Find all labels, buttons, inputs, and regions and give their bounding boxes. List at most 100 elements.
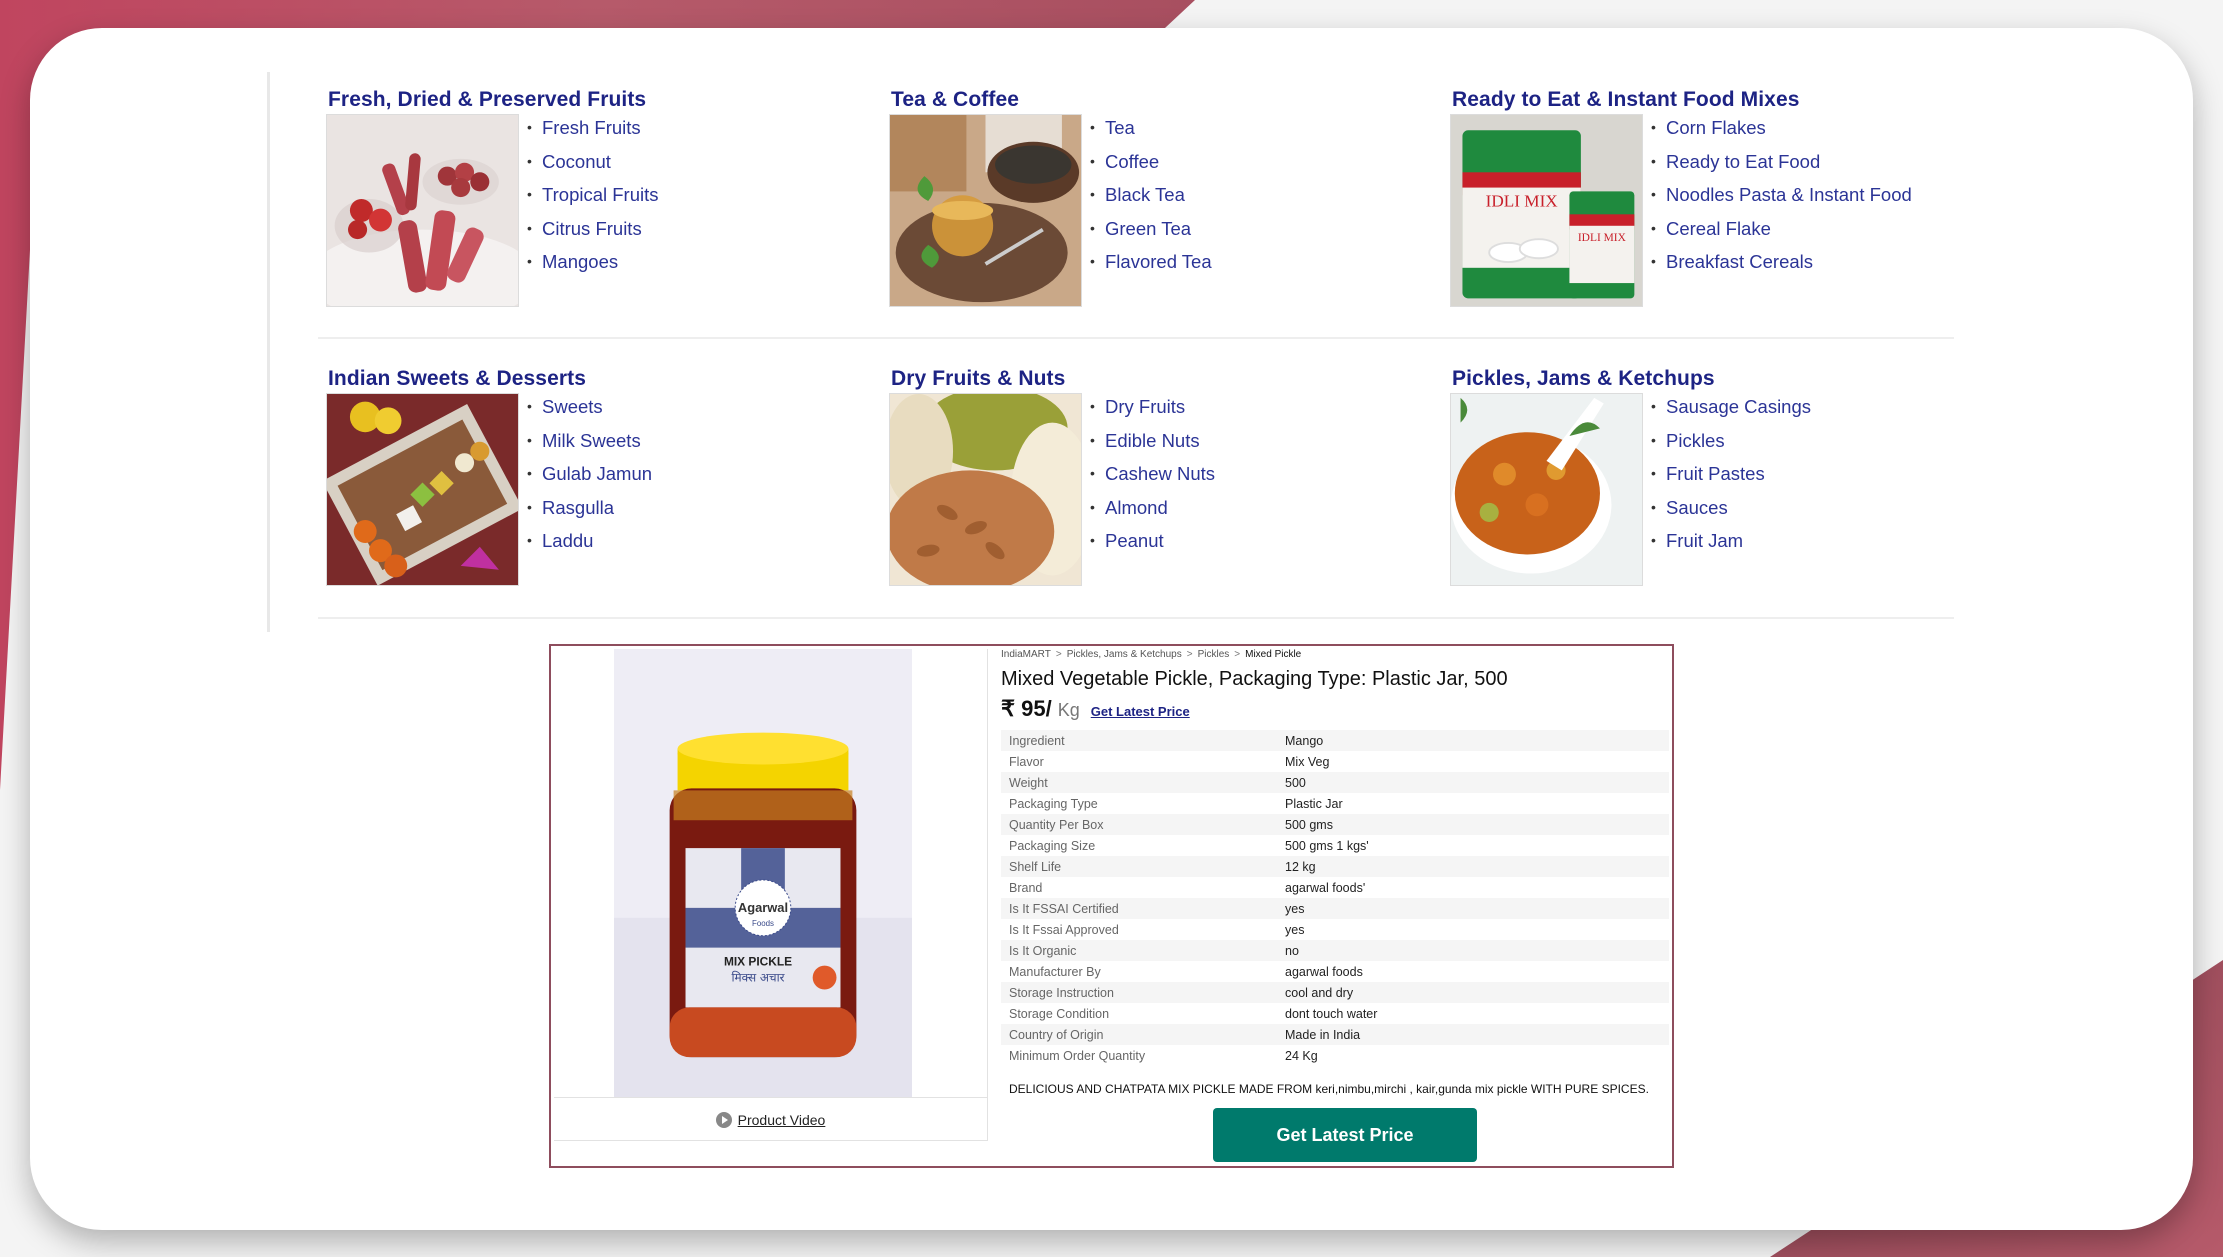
category-link[interactable]: • Tropical Fruits — [527, 184, 659, 218]
category-link[interactable]: • Fruit Jam — [1651, 530, 1811, 564]
category-link[interactable]: • Breakfast Cereals — [1651, 251, 1912, 285]
link-label[interactable]: Sweets — [542, 396, 603, 417]
category-link[interactable]: • Dry Fruits — [1090, 396, 1215, 430]
category-link[interactable]: • Flavored Tea — [1090, 251, 1212, 285]
category-link[interactable]: • Fruit Pastes — [1651, 463, 1811, 497]
link-label[interactable]: Milk Sweets — [542, 430, 641, 451]
link-label[interactable]: Edible Nuts — [1105, 430, 1200, 451]
link-label[interactable]: Coconut — [542, 151, 611, 172]
spec-key: Is It Fssai Approved — [1009, 922, 1119, 937]
category-ready-to-eat: Ready to Eat & Instant Food Mixes IDLI M… — [1450, 88, 1992, 318]
category-link[interactable]: • Pickles — [1651, 430, 1811, 464]
link-label[interactable]: Fruit Pastes — [1666, 463, 1765, 484]
link-label[interactable]: Noodles Pasta & Instant Food — [1666, 184, 1912, 205]
link-label[interactable]: Cashew Nuts — [1105, 463, 1215, 484]
link-label[interactable]: Breakfast Cereals — [1666, 251, 1813, 272]
spec-value: 24 Kg — [1285, 1048, 1318, 1063]
category-link[interactable]: • Edible Nuts — [1090, 430, 1215, 464]
pickle-jar-image[interactable]: Agarwal Foods MIX PICKLE मिक्स अचार — [614, 649, 912, 1097]
category-link[interactable]: • Sauces — [1651, 497, 1811, 531]
category-title[interactable]: Dry Fruits & Nuts — [891, 367, 1065, 391]
category-link[interactable]: • Coconut — [527, 151, 659, 185]
link-label[interactable]: Almond — [1105, 497, 1168, 518]
category-title[interactable]: Pickles, Jams & Ketchups — [1452, 367, 1715, 391]
link-label[interactable]: Green Tea — [1105, 218, 1191, 239]
category-link[interactable]: • Mangoes — [527, 251, 659, 285]
spec-row: Packaging Size 500 gms 1 kgs' — [1001, 835, 1669, 856]
category-link[interactable]: • Peanut — [1090, 530, 1215, 564]
link-label[interactable]: Pickles — [1666, 430, 1725, 451]
link-label[interactable]: Laddu — [542, 530, 593, 551]
category-link[interactable]: • Rasgulla — [527, 497, 652, 531]
play-icon[interactable] — [715, 1111, 732, 1128]
breadcrumb-item[interactable]: Pickles, Jams & Ketchups — [1067, 649, 1182, 660]
category-link[interactable]: • Citrus Fruits — [527, 218, 659, 252]
product-video-label[interactable]: Product Video — [738, 1112, 826, 1128]
link-label[interactable]: Sauces — [1666, 497, 1728, 518]
tea-cup-image[interactable] — [889, 114, 1082, 307]
dry-fruits-image[interactable] — [889, 393, 1082, 586]
sweets-tray-image[interactable] — [326, 393, 519, 586]
category-link[interactable]: • Sausage Casings — [1651, 396, 1811, 430]
link-label[interactable]: Rasgulla — [542, 497, 614, 518]
category-link[interactable]: • Sweets — [527, 396, 652, 430]
category-link[interactable]: • Corn Flakes — [1651, 117, 1912, 151]
spec-row: Is It Organic no — [1001, 940, 1669, 961]
get-latest-price-button[interactable]: Get Latest Price — [1213, 1108, 1477, 1162]
breadcrumb-separator: > — [1055, 649, 1062, 660]
link-label[interactable]: Peanut — [1105, 530, 1164, 551]
link-label[interactable]: Cereal Flake — [1666, 218, 1771, 239]
category-link[interactable]: • Noodles Pasta & Instant Food — [1651, 184, 1912, 218]
category-link[interactable]: • Almond — [1090, 497, 1215, 531]
category-link[interactable]: • Fresh Fruits — [527, 117, 659, 151]
link-label[interactable]: Fruit Jam — [1666, 530, 1743, 551]
fruit-rolls-strawberries-image[interactable] — [326, 114, 519, 307]
link-label[interactable]: Gulab Jamun — [542, 463, 652, 484]
link-label[interactable]: Flavored Tea — [1105, 251, 1212, 272]
category-link[interactable]: • Milk Sweets — [527, 430, 652, 464]
category-title[interactable]: Indian Sweets & Desserts — [328, 367, 586, 391]
idli-mix-packets-image[interactable]: IDLI MIX IDLI MIX — [1450, 114, 1643, 307]
category-link[interactable]: • Black Tea — [1090, 184, 1212, 218]
category-link[interactable]: • Laddu — [527, 530, 652, 564]
category-link[interactable]: • Cereal Flake — [1651, 218, 1912, 252]
link-label[interactable]: Mangoes — [542, 251, 618, 272]
breadcrumb: IndiaMART > Pickles, Jams & Ketchups > Pickl… — [1001, 649, 1301, 660]
category-link[interactable]: • Ready to Eat Food — [1651, 151, 1912, 185]
jar-brand-text: Agarwal — [738, 900, 788, 915]
category-link[interactable]: • Tea — [1090, 117, 1212, 151]
link-label[interactable]: Tea — [1105, 117, 1135, 138]
spec-value: 12 kg — [1277, 856, 1669, 877]
spec-row: Storage Condition dont touch water — [1001, 1003, 1669, 1024]
spec-value: agarwal foods' — [1285, 880, 1366, 895]
link-label[interactable]: Corn Flakes — [1666, 117, 1766, 138]
category-link[interactable]: • Green Tea — [1090, 218, 1212, 252]
product-description: DELICIOUS AND CHATPATA MIX PICKLE MADE F… — [1009, 1082, 1649, 1096]
get-latest-price-link[interactable]: Get Latest Price — [1091, 704, 1190, 719]
link-label[interactable]: Ready to Eat Food — [1666, 151, 1820, 172]
spec-value: Mango — [1277, 730, 1669, 751]
spec-key: Quantity Per Box — [1001, 814, 1277, 835]
link-label[interactable]: Citrus Fruits — [542, 218, 642, 239]
link-label[interactable]: Black Tea — [1105, 184, 1185, 205]
category-title[interactable]: Tea & Coffee — [891, 88, 1019, 112]
category-links: • Fresh Fruits • Coconut • Tropical Fruits … — [527, 117, 659, 285]
link-label[interactable]: Sausage Casings — [1666, 396, 1811, 417]
category-links: • Corn Flakes • Ready to Eat Food • Noodles… — [1651, 117, 1912, 285]
link-label[interactable]: Coffee — [1105, 151, 1159, 172]
category-link[interactable]: • Coffee — [1090, 151, 1212, 185]
link-label[interactable]: Fresh Fruits — [542, 117, 641, 138]
category-title[interactable]: Fresh, Dried & Preserved Fruits — [328, 88, 646, 112]
category-link[interactable]: • Cashew Nuts — [1090, 463, 1215, 497]
spec-key: Country of Origin — [1001, 1024, 1277, 1045]
spec-value: dont touch water — [1285, 1006, 1378, 1021]
link-label[interactable]: Dry Fruits — [1105, 396, 1185, 417]
row-separator — [318, 337, 1954, 339]
breadcrumb-item[interactable]: IndiaMART — [1001, 649, 1051, 660]
link-label[interactable]: Tropical Fruits — [542, 184, 659, 205]
category-link[interactable]: • Gulab Jamun — [527, 463, 652, 497]
breadcrumb-item[interactable]: Pickles — [1198, 649, 1230, 660]
category-title[interactable]: Ready to Eat & Instant Food Mixes — [1452, 88, 1800, 112]
pickle-bowl-image[interactable] — [1450, 393, 1643, 586]
product-video-link[interactable]: Product Video — [554, 1097, 987, 1141]
